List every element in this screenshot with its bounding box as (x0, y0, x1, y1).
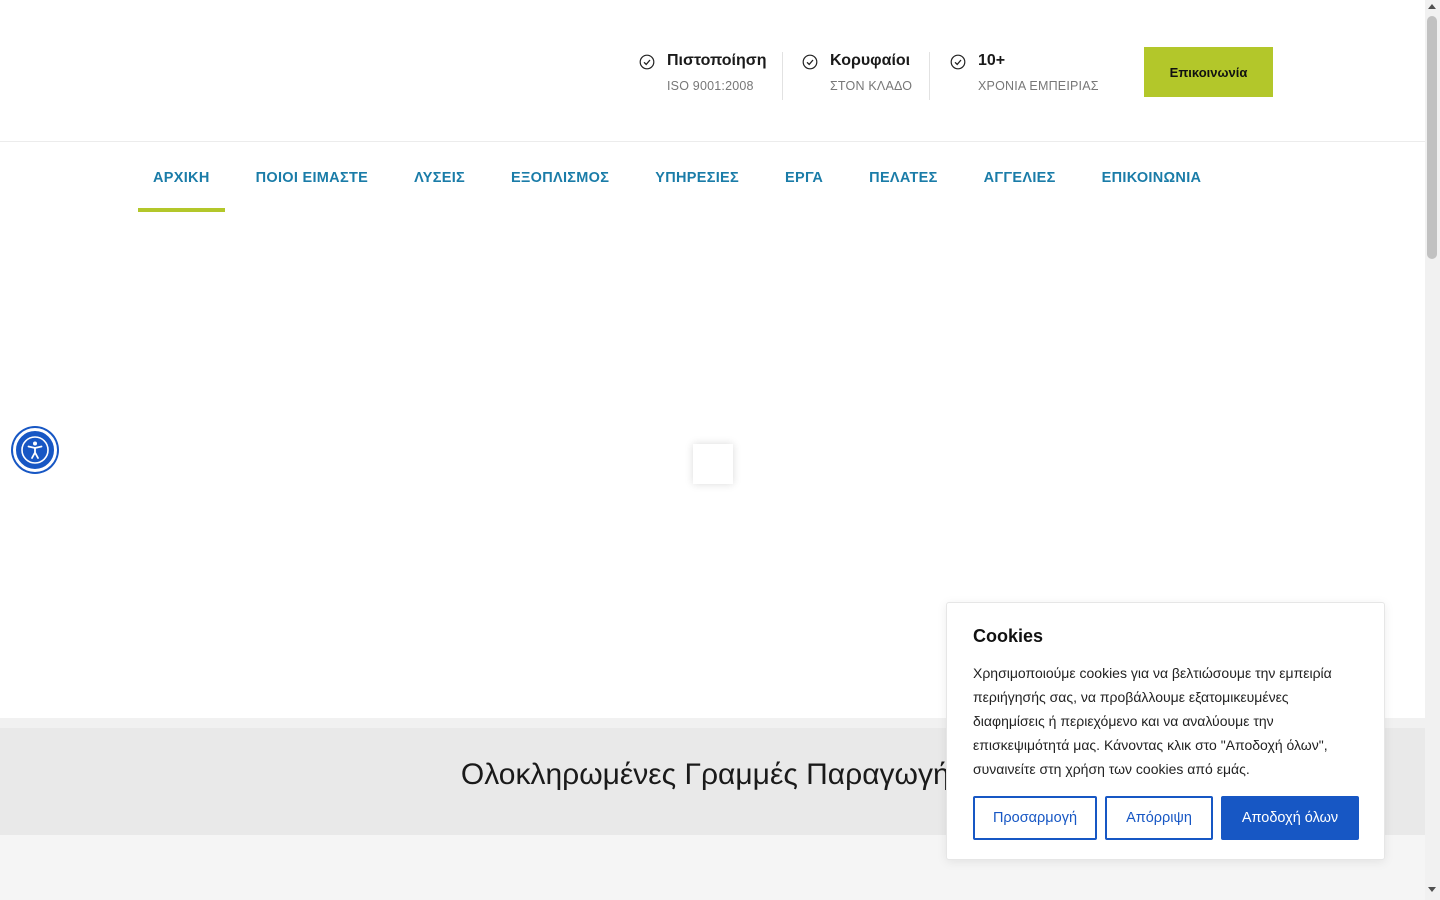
stat-subtitle: ΣΤΟΝ ΚΛΑΔΟ (830, 79, 913, 93)
vertical-scrollbar[interactable] (1425, 0, 1440, 900)
nav-item-clients[interactable]: ΠΕΛΑΤΕΣ (854, 143, 952, 212)
nav-item-solutions[interactable]: ΛΥΣΕΙΣ (399, 143, 480, 212)
check-circle-icon (950, 54, 966, 70)
scroll-thumb[interactable] (1427, 16, 1437, 259)
accessibility-button[interactable] (13, 428, 57, 472)
cookie-text: Χρησιμοποιούμε cookies για να βελτιώσουμ… (973, 665, 1332, 777)
stat-divider (929, 52, 930, 100)
stat-title: Πιστοποίηση (667, 52, 767, 69)
check-circle-icon (802, 54, 818, 70)
nav-item-projects[interactable]: ΕΡΓΑ (770, 143, 838, 212)
stat-subtitle: ΧΡΟΝΙΑ ΕΜΠΕΙΡΙΑΣ (978, 79, 1099, 93)
scroll-down-arrow-icon[interactable] (1428, 887, 1436, 892)
site-header: Πιστοποίηση ISO 9001:2008 Κορυφαίοι ΣΤΟΝ… (0, 0, 1425, 142)
nav-item-about[interactable]: ΠΟΙΟΙ ΕΙΜΑΣΤΕ (241, 143, 384, 212)
nav-item-services[interactable]: ΥΠΗΡΕΣΙΕΣ (640, 143, 754, 212)
cookie-title: Cookies (973, 626, 1044, 646)
stat-subtitle: ISO 9001:2008 (667, 79, 754, 93)
nav-item-contact[interactable]: ΕΠΙΚΟΙΝΩΝΙΑ (1087, 143, 1217, 212)
stat-divider (782, 52, 783, 100)
stat-title: Κορυφαίοι (830, 52, 911, 69)
loading-placeholder (693, 444, 733, 484)
stat-title: 10+ (978, 52, 1006, 69)
nav-item-home[interactable]: ΑΡΧΙΚΗ (138, 143, 225, 212)
contact-button[interactable]: Επικοινωνία (1144, 47, 1273, 97)
check-circle-icon (639, 54, 655, 70)
page: Πιστοποίηση ISO 9001:2008 Κορυφαίοι ΣΤΟΝ… (0, 0, 1425, 900)
scroll-up-arrow-icon[interactable] (1428, 4, 1436, 9)
nav-item-equipment[interactable]: ΕΞΟΠΛΙΣΜΟΣ (496, 143, 624, 212)
customize-button[interactable]: Προσαρμογή (973, 796, 1097, 840)
main-nav: ΑΡΧΙΚΗ ΠΟΙΟΙ ΕΙΜΑΣΤΕ ΛΥΣΕΙΣ ΕΞΟΠΛΙΣΜΟΣ Υ… (138, 143, 1232, 213)
accept-all-button[interactable]: Αποδοχή όλων (1221, 796, 1359, 840)
cookie-banner: Cookies Χρησιμοποιούμε cookies για να βε… (946, 602, 1385, 860)
accessibility-icon (21, 436, 49, 464)
reject-button[interactable]: Απόρριψη (1105, 796, 1213, 840)
nav-item-jobs[interactable]: ΑΓΓΕΛΙΕΣ (969, 143, 1071, 212)
